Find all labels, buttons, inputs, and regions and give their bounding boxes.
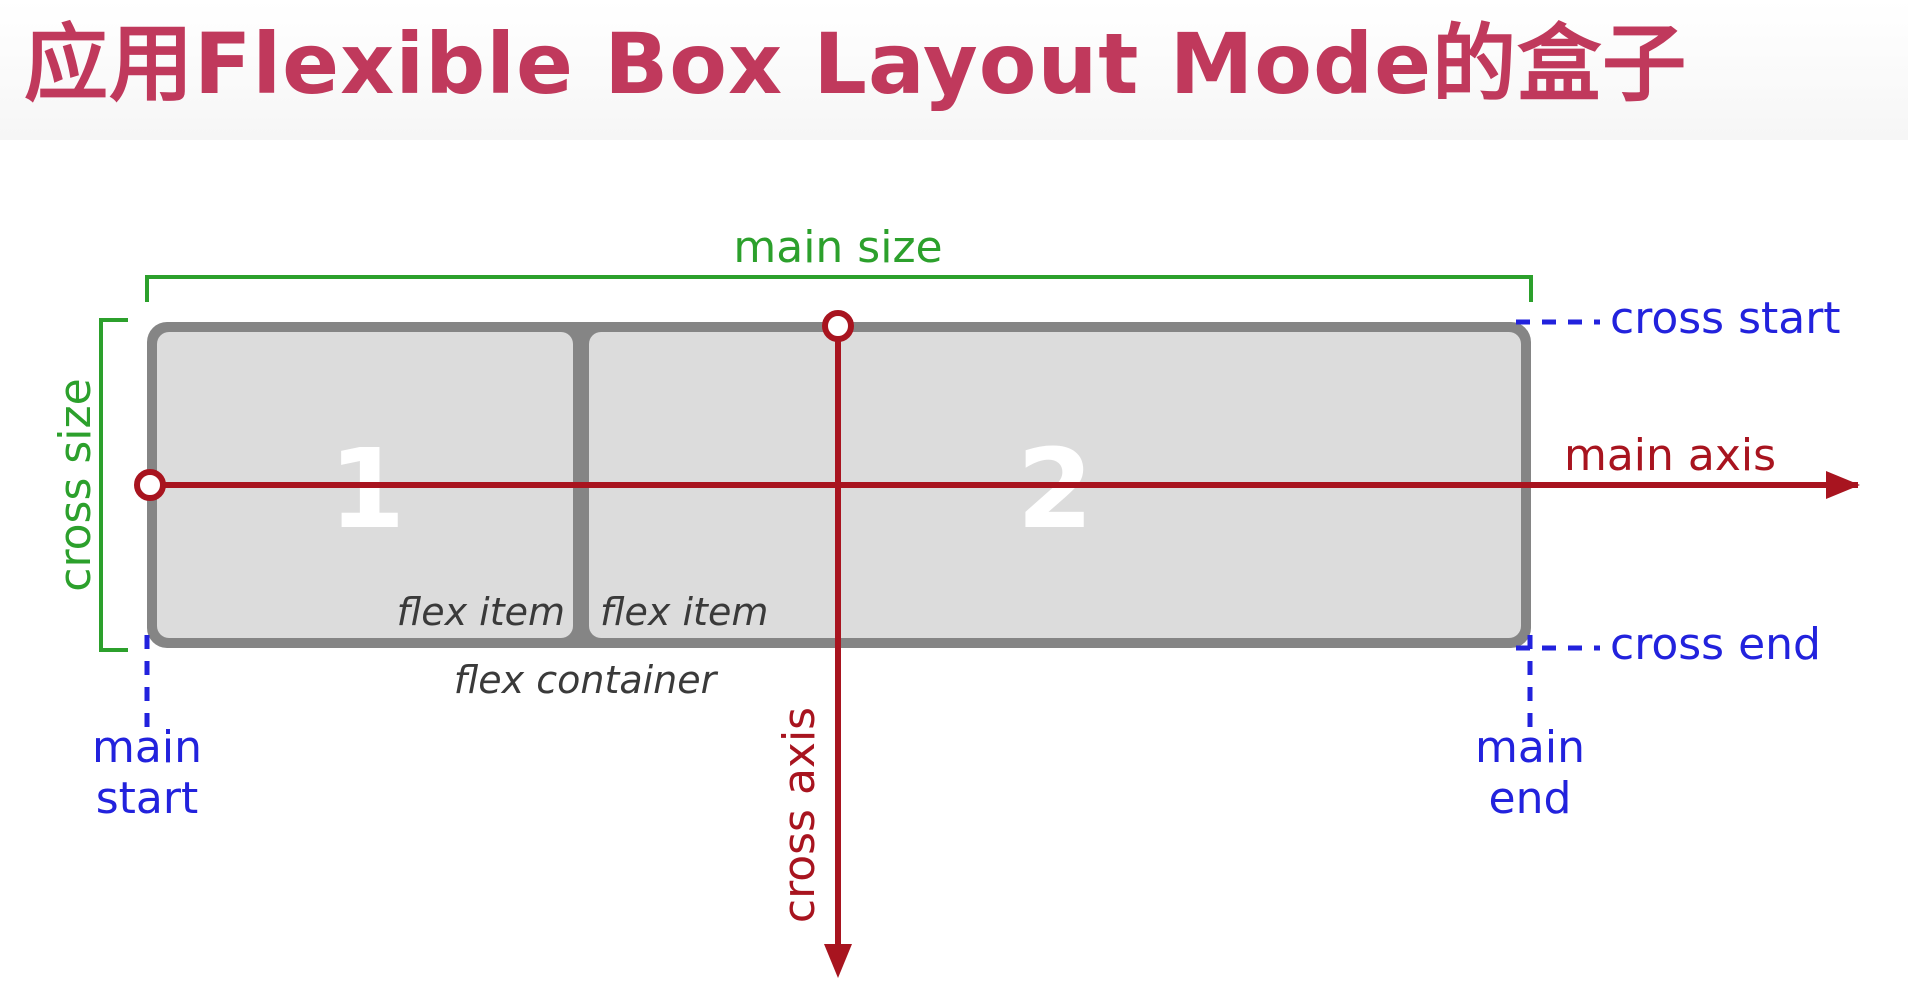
cross-start-label: cross start	[1610, 293, 1841, 344]
flex-item-2-label: flex item	[600, 590, 768, 634]
cross-size-bracket	[99, 318, 128, 652]
main-axis-origin	[134, 469, 166, 501]
cross-end-label: cross end	[1610, 619, 1821, 670]
main-end-label-line2: end	[1489, 773, 1572, 824]
main-axis-label: main axis	[1564, 430, 1776, 481]
flex-item-1-label: flex item	[397, 590, 565, 634]
flex-item-2-number: 2	[1017, 425, 1094, 553]
cross-size-label: cross size	[50, 378, 101, 591]
cross-axis-label: cross axis	[774, 707, 825, 923]
main-size-label: main size	[733, 222, 942, 273]
main-start-label-line2: start	[96, 773, 198, 824]
main-size-bracket	[145, 275, 1533, 302]
cross-axis-arrowhead	[824, 944, 852, 978]
main-end-label-line1: main	[1475, 722, 1585, 773]
cross-axis-origin	[822, 310, 854, 342]
flex-item-1-number: 1	[329, 425, 406, 553]
flex-container-label: flex container	[454, 658, 719, 702]
main-start-label-line1: main	[92, 722, 202, 773]
main-axis-arrowhead	[1826, 471, 1860, 499]
flexbox-diagram: main size cross size 1 2 flex item flex …	[50, 222, 1860, 978]
